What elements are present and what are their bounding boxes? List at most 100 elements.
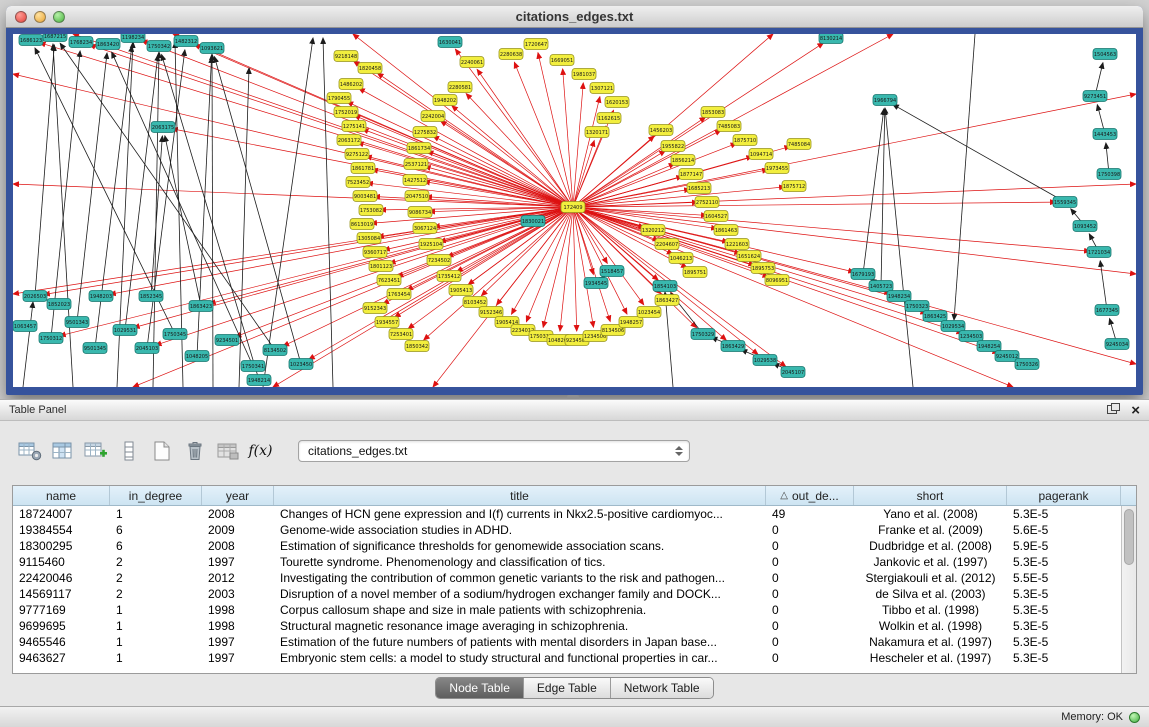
graph-node[interactable]: 1854103 (653, 281, 677, 292)
import-table-button[interactable] (214, 436, 241, 466)
table-cell[interactable]: 14569117 (13, 586, 110, 602)
minimize-window-button[interactable] (34, 11, 46, 23)
table-cell[interactable]: Structural magnetic resonance image aver… (274, 618, 766, 634)
graph-node[interactable]: 1604527 (704, 211, 728, 222)
graph-node[interactable]: 1852023 (47, 299, 71, 310)
network-view[interactable]: 1724099218148182045814862021790455175201… (13, 34, 1136, 387)
graph-node[interactable]: 9218148 (334, 51, 358, 62)
table-cell[interactable]: 2 (110, 570, 202, 586)
table-cell[interactable]: 18300295 (13, 538, 110, 554)
table-cell[interactable]: 5.3E-5 (1007, 634, 1121, 650)
table-cell[interactable]: 0 (766, 554, 854, 570)
graph-node[interactable]: 3067124 (413, 223, 437, 234)
graph-node[interactable]: 1768234 (69, 37, 93, 48)
graph-node[interactable]: 7485083 (717, 121, 741, 132)
table-cell[interactable]: 0 (766, 570, 854, 586)
graph-node[interactable]: 1948203 (89, 291, 113, 302)
graph-node[interactable]: 1686123 (19, 35, 43, 46)
graph-node[interactable]: 1861781 (351, 163, 375, 174)
graph-node[interactable]: 9360717 (363, 247, 387, 258)
window-titlebar[interactable]: citations_edges.txt (6, 6, 1143, 28)
graph-node[interactable]: 1023450 (289, 359, 313, 370)
graph-node[interactable]: 1048205 (185, 351, 209, 362)
graph-node[interactable]: 1443453 (1093, 129, 1117, 140)
graph-node[interactable]: 1669051 (550, 55, 574, 66)
tab-node-table[interactable]: Node Table (436, 678, 524, 698)
graph-node[interactable]: 1830021 (521, 216, 545, 227)
graph-node[interactable]: 1456203 (649, 125, 673, 136)
graph-node[interactable]: 1651624 (737, 251, 761, 262)
graph-node[interactable]: 172409 (561, 202, 585, 213)
graph-node[interactable]: 1861463 (714, 225, 738, 236)
graph-node[interactable]: 2280638 (499, 49, 523, 60)
graph-node[interactable]: 1029531 (113, 325, 137, 336)
table-cell[interactable]: 2009 (202, 522, 274, 538)
graph-node[interactable]: 1620153 (605, 97, 629, 108)
table-cell[interactable]: Hescheler et al. (1997) (854, 650, 1007, 666)
graph-node[interactable]: 9003481 (353, 191, 377, 202)
table-cell[interactable]: Investigating the contribution of common… (274, 570, 766, 586)
column-header-in-degree[interactable]: in_degree (110, 486, 202, 505)
table-row[interactable]: 1830029562008Estimation of significance … (13, 538, 1136, 554)
table-cell[interactable]: Jankovic et al. (1997) (854, 554, 1007, 570)
graph-node[interactable]: 1948257 (619, 317, 643, 328)
table-cell[interactable]: 5.6E-5 (1007, 522, 1121, 538)
table-cell[interactable]: 0 (766, 650, 854, 666)
table-cell[interactable]: 22420046 (13, 570, 110, 586)
table-cell[interactable]: 1997 (202, 650, 274, 666)
graph-node[interactable]: 2047510 (405, 191, 429, 202)
new-table-button[interactable] (148, 436, 175, 466)
graph-node[interactable]: 1750341 (241, 361, 265, 372)
graph-node[interactable]: 8103452 (463, 297, 487, 308)
graph-node[interactable]: 1427512 (403, 175, 427, 186)
column-header-name[interactable]: name (13, 486, 110, 505)
table-cell[interactable]: 1 (110, 618, 202, 634)
graph-node[interactable]: 8096951 (765, 275, 789, 286)
graph-node[interactable]: 1735412 (437, 271, 461, 282)
graph-node[interactable]: 1925104 (419, 239, 443, 250)
graph-node[interactable]: 1753082 (359, 205, 383, 216)
table-cell[interactable]: 5.3E-5 (1007, 506, 1121, 522)
graph-node[interactable]: 1856214 (671, 155, 695, 166)
graph-node[interactable]: 1486202 (339, 79, 363, 90)
graph-node[interactable]: 1948254 (977, 341, 1001, 352)
graph-node[interactable]: 1790455 (327, 93, 351, 104)
graph-node[interactable]: 7623451 (377, 275, 401, 286)
table-row[interactable]: 946554611997Estimation of the future num… (13, 634, 1136, 650)
table-cell[interactable]: Corpus callosum shape and size in male p… (274, 602, 766, 618)
graph-node[interactable]: 2045103 (135, 343, 159, 354)
column-header-short[interactable]: short (854, 486, 1007, 505)
graph-node[interactable]: 1093452 (1073, 221, 1097, 232)
graph-node[interactable]: 1221603 (725, 239, 749, 250)
table-row[interactable]: 946362711997Embryonic stem cells: a mode… (13, 650, 1136, 666)
show-columns-button[interactable] (49, 436, 76, 466)
graph-node[interactable]: 1234503 (959, 331, 983, 342)
table-cell[interactable]: 5.9E-5 (1007, 538, 1121, 554)
graph-node[interactable]: 9086734 (408, 207, 432, 218)
graph-node[interactable]: 1863429 (721, 341, 745, 352)
graph-node[interactable]: 9273451 (1083, 91, 1107, 102)
graph-node[interactable]: 1895751 (683, 267, 707, 278)
column-header-out-de[interactable]: △out_de... (766, 486, 854, 505)
table-row[interactable]: 977716911998Corpus callosum shape and si… (13, 602, 1136, 618)
graph-node[interactable]: 9501345 (83, 343, 107, 354)
graph-node[interactable]: 8613019 (350, 219, 374, 230)
create-column-button[interactable] (82, 436, 109, 466)
graph-node[interactable]: 1820458 (358, 63, 382, 74)
graph-node[interactable]: 2063175 (151, 122, 175, 133)
graph-node[interactable]: 1320171 (585, 127, 609, 138)
graph-node[interactable]: 1750342 (147, 41, 171, 52)
graph-node[interactable]: 1482312 (174, 36, 198, 47)
graph-node[interactable]: 9152343 (363, 303, 387, 314)
table-cell[interactable]: Dudbridge et al. (2008) (854, 538, 1007, 554)
table-cell[interactable]: 19384554 (13, 522, 110, 538)
graph-node[interactable]: 1863423 (189, 301, 213, 312)
graph-node[interactable]: 2242004 (421, 111, 445, 122)
graph-node[interactable]: 2240061 (460, 57, 484, 68)
vertical-scrollbar-thumb[interactable] (1124, 509, 1134, 565)
graph-node[interactable]: 1948202 (433, 95, 457, 106)
graph-node[interactable]: 1750326 (1015, 359, 1039, 370)
table-row[interactable]: 1872400712008Changes of HCN gene express… (13, 506, 1136, 522)
graph-node[interactable]: 2045107 (781, 367, 805, 378)
table-cell[interactable]: 1 (110, 506, 202, 522)
